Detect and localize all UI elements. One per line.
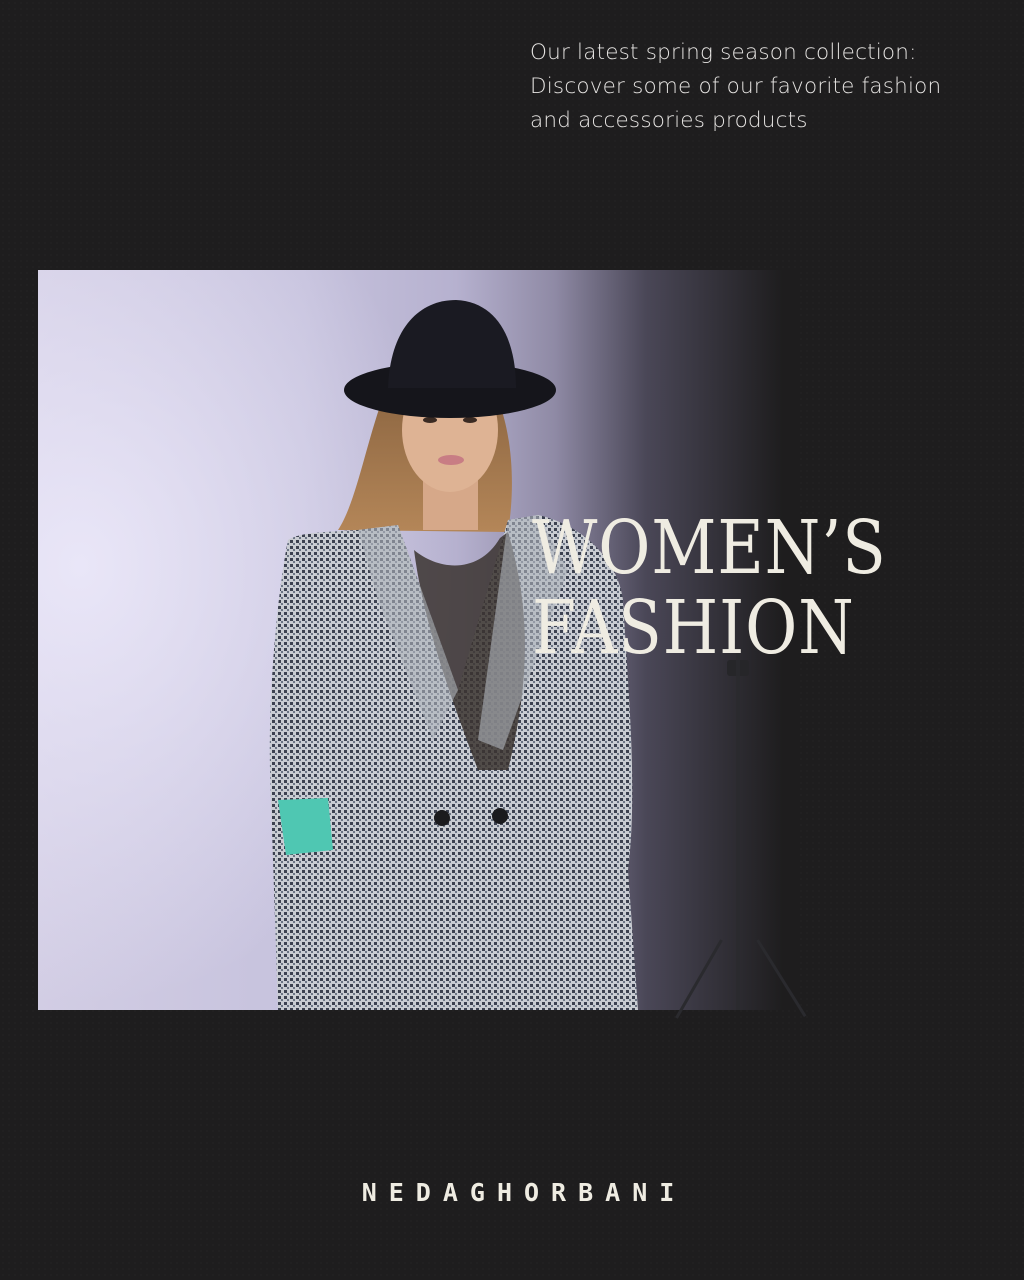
brand-logo: NEDAGHORBANI: [361, 1178, 687, 1207]
headline-line-1: WOMEN’S: [532, 505, 887, 591]
headline-line-2: FASHION: [532, 585, 855, 671]
headline: WOMEN’S FASHION: [532, 508, 887, 668]
hat-crown: [388, 300, 516, 388]
intro-text: Our latest spring season collection: Dis…: [530, 36, 990, 138]
intro-line-3: and accessories products: [530, 108, 808, 133]
button-left: [434, 810, 450, 826]
intro-line-1: Our latest spring season collection:: [530, 40, 917, 65]
button-right: [492, 808, 508, 824]
sleeve-cuff: [278, 798, 333, 855]
intro-line-2: Discover some of our favorite fashion: [530, 74, 942, 99]
